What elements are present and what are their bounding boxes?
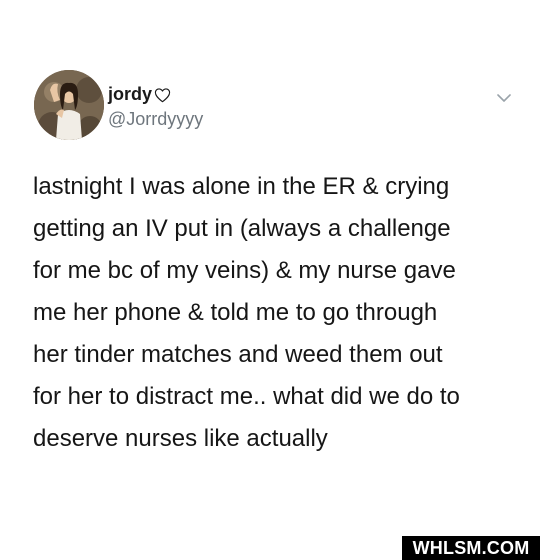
watermark: WHLSM.COM	[402, 536, 540, 560]
avatar[interactable]	[34, 70, 104, 140]
chevron-down-icon[interactable]	[496, 92, 512, 104]
tweet-text: lastnight I was alone in the ER & crying…	[33, 173, 460, 452]
avatar-photo	[34, 70, 104, 140]
heart-outline-icon	[154, 87, 171, 102]
display-name-text: jordy	[108, 84, 153, 104]
tweet-header: jordy @Jorrdyyyy	[34, 70, 524, 140]
user-handle[interactable]: @Jorrdyyyy	[108, 109, 203, 130]
display-name[interactable]: jordy	[108, 84, 171, 105]
